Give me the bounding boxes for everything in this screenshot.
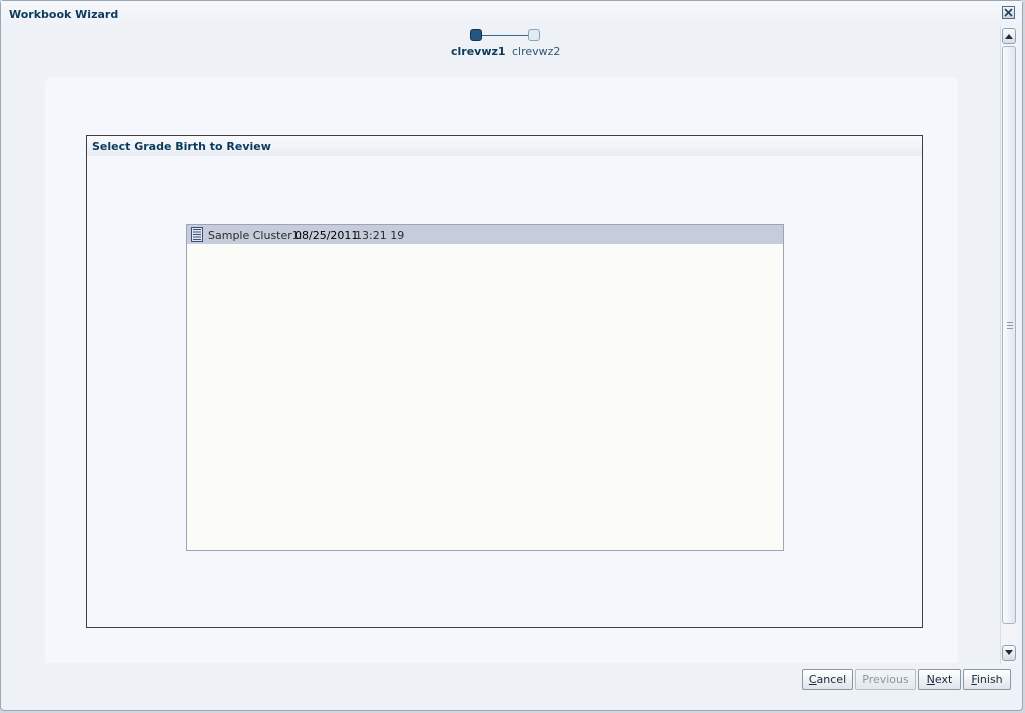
grade-birth-list[interactable]: Sample Cluster1: 08/25/2011 13:21 19 xyxy=(186,224,784,551)
cluster-date: 08/25/2011 xyxy=(295,229,359,242)
section-title: Select Grade Birth to Review xyxy=(92,140,271,153)
wizard-train: clrevwz1 clrevwz2 xyxy=(449,28,569,60)
train-stop-current[interactable] xyxy=(470,29,482,41)
train-step-2-label[interactable]: clrevwz2 xyxy=(512,45,560,58)
grip-icon xyxy=(1007,322,1013,330)
dialog-title: Workbook Wizard xyxy=(9,8,119,21)
title-bar[interactable]: Workbook Wizard xyxy=(1,1,1022,27)
workbook-wizard-dialog: Workbook Wizard clrevwz1 clrevwz2 Select… xyxy=(0,0,1023,711)
section-header: Select Grade Birth to Review xyxy=(87,136,922,156)
scroll-down-button[interactable] xyxy=(1002,645,1016,661)
finish-button[interactable]: Finish xyxy=(963,669,1011,690)
train-connector xyxy=(482,35,528,36)
train-stop-next[interactable] xyxy=(528,29,540,41)
train-step-1-label[interactable]: clrevwz1 xyxy=(451,45,506,58)
cancel-button[interactable]: Cancel xyxy=(802,669,853,690)
cluster-name: Sample Cluster1: xyxy=(208,229,303,242)
cluster-time: 13:21 19 xyxy=(355,229,405,242)
list-item[interactable]: Sample Cluster1: 08/25/2011 13:21 19 xyxy=(187,225,783,244)
previous-button[interactable]: Previous xyxy=(855,669,916,690)
scrollbar-thumb[interactable] xyxy=(1002,46,1016,624)
scroll-up-button[interactable] xyxy=(1002,28,1016,44)
close-icon[interactable] xyxy=(1002,6,1015,19)
document-icon xyxy=(190,227,204,242)
next-button[interactable]: Next xyxy=(918,669,961,690)
vertical-scrollbar[interactable] xyxy=(1000,26,1017,664)
